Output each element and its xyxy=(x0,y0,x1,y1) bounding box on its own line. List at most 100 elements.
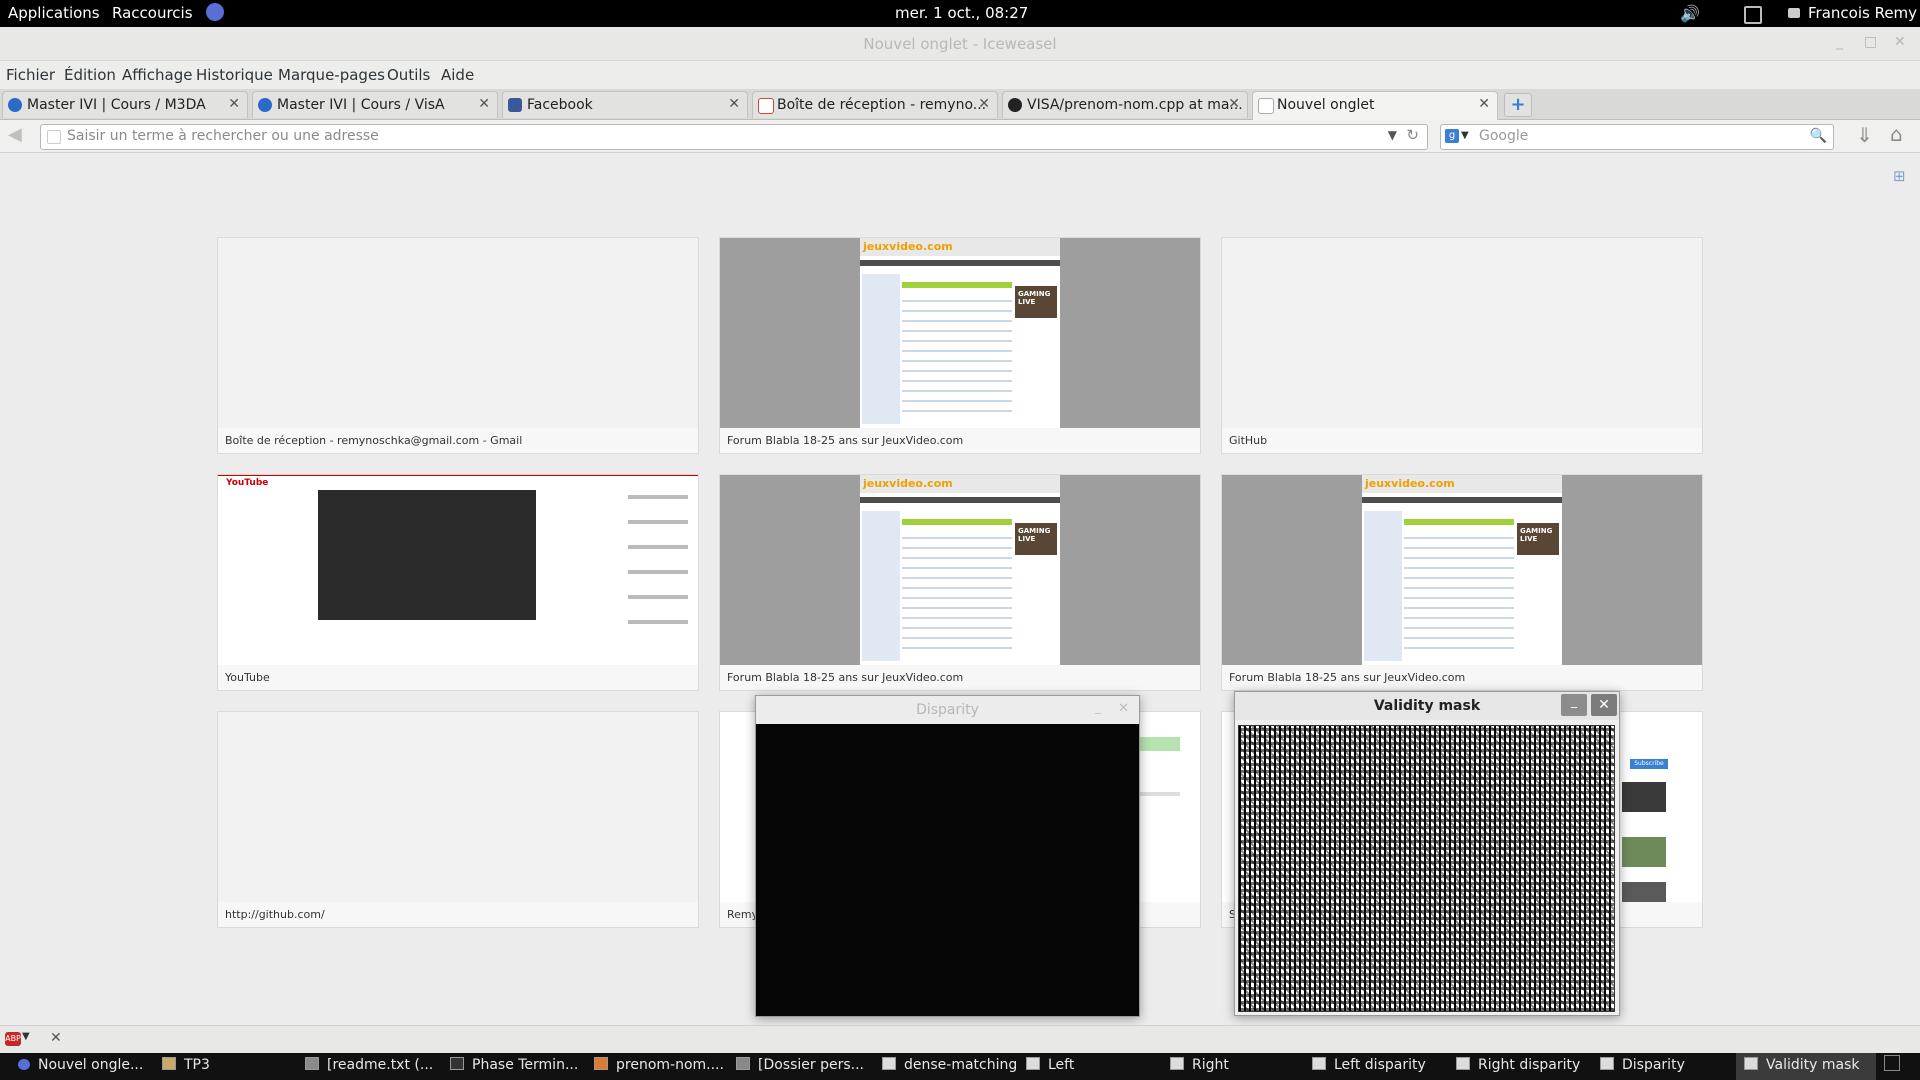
menu-outils[interactable]: Outils xyxy=(387,66,430,84)
window-titlebar[interactable]: Nouvel onglet - Iceweasel _ □ ✕ xyxy=(0,27,1920,61)
new-tab-button[interactable]: + xyxy=(1504,93,1532,117)
close-icon[interactable]: ✕ xyxy=(1591,694,1617,716)
window-icon xyxy=(1744,1057,1758,1070)
validity-mask-window[interactable]: Validity mask _ ✕ xyxy=(1234,691,1620,1016)
tile-caption: YouTube xyxy=(225,671,270,684)
search-icon[interactable]: 🔍 xyxy=(1810,128,1827,144)
search-bar[interactable]: g ▼ Google 🔍 xyxy=(1440,124,1834,150)
menu-historique[interactable]: Historique xyxy=(196,66,273,84)
tile-gmail[interactable]: Boîte de réception - remynoschka@gmail.c… xyxy=(217,237,699,454)
chevron-down-icon[interactable]: ▼ xyxy=(1461,130,1469,141)
close-tab-icon[interactable]: ✕ xyxy=(1228,96,1240,112)
close-icon[interactable]: ✕ xyxy=(1118,701,1129,716)
tile-thumbnail: YouTube xyxy=(218,475,698,665)
tile-thumbnail xyxy=(218,712,698,902)
close-tab-icon[interactable]: ✕ xyxy=(478,96,490,112)
workspace-switcher[interactable] xyxy=(1884,1055,1900,1071)
tab-new-tab[interactable]: Nouvel onglet ✕ xyxy=(1252,91,1498,120)
download-icon[interactable]: ⇓ xyxy=(1856,123,1873,147)
task-tp3[interactable]: TP3 xyxy=(162,1057,210,1073)
tab-master-ivi-visa[interactable]: Master IVI | Cours / VisA ✕ xyxy=(252,91,498,118)
network-icon[interactable] xyxy=(1744,6,1762,24)
iceweasel-icon xyxy=(18,1059,30,1070)
maximize-icon[interactable]: □ xyxy=(1864,34,1877,50)
task-dense-matching[interactable]: dense-matching xyxy=(882,1057,1017,1073)
menu-affichage[interactable]: Affichage xyxy=(122,66,192,84)
site-icon xyxy=(8,98,22,112)
reload-icon[interactable]: ↻ xyxy=(1406,126,1419,144)
folder-icon xyxy=(736,1057,750,1070)
minimize-icon[interactable]: _ xyxy=(1836,34,1843,50)
close-tab-icon[interactable]: ✕ xyxy=(1478,96,1490,112)
close-tab-icon[interactable]: ✕ xyxy=(728,96,740,112)
shortcuts-menu[interactable]: Raccourcis xyxy=(112,4,193,22)
task-prenom-nom[interactable]: prenom-nom.... xyxy=(594,1057,724,1073)
validity-titlebar[interactable]: Validity mask _ ✕ xyxy=(1235,692,1619,720)
tab-facebook[interactable]: Facebook ✕ xyxy=(502,91,748,118)
back-icon[interactable]: ◀ xyxy=(8,124,22,145)
window-icon xyxy=(1312,1057,1326,1070)
chat-icon[interactable] xyxy=(1788,8,1800,18)
home-icon[interactable]: ⌂ xyxy=(1890,122,1903,146)
tile-caption: Forum Blabla 18-25 ans sur JeuxVideo.com xyxy=(1229,671,1466,684)
user-menu[interactable]: Francois Remy xyxy=(1808,4,1917,22)
clock[interactable]: mer. 1 oct., 08:27 xyxy=(895,4,1028,22)
iceweasel-launcher-icon[interactable] xyxy=(206,3,224,21)
close-tab-icon[interactable]: ✕ xyxy=(978,96,990,112)
google-engine-icon[interactable]: g xyxy=(1445,129,1459,143)
close-tab-icon[interactable]: ✕ xyxy=(228,96,240,112)
tile-youtube[interactable]: YouTube YouTube xyxy=(217,474,699,691)
minimize-icon[interactable]: _ xyxy=(1561,694,1587,716)
chevron-down-icon[interactable]: ▼ xyxy=(1388,128,1397,142)
menu-edition[interactable]: Édition xyxy=(64,66,116,84)
task-left-disparity[interactable]: Left disparity xyxy=(1312,1057,1426,1073)
task-nouvel-onglet[interactable]: Nouvel ongle... xyxy=(18,1057,143,1073)
page-identity-icon[interactable] xyxy=(47,130,61,144)
window-icon xyxy=(1026,1057,1040,1070)
applications-menu[interactable]: Applications xyxy=(8,4,100,22)
jv-ad-banner: GAMING LIVE xyxy=(1015,286,1057,318)
tile-caption: Forum Blabla 18-25 ans sur JeuxVideo.com xyxy=(727,434,964,447)
site-icon xyxy=(258,98,272,112)
page-icon xyxy=(1258,98,1274,114)
window-icon xyxy=(1170,1057,1184,1070)
menu-aide[interactable]: Aide xyxy=(441,66,474,84)
tab-label: Master IVI | Cours / M3DA xyxy=(27,97,206,113)
disparity-window[interactable]: Disparity _ ✕ xyxy=(755,695,1140,1017)
task-readme[interactable]: [readme.txt (... xyxy=(305,1057,433,1073)
tab-gmail[interactable]: Boîte de réception - remyno... ✕ xyxy=(752,91,998,118)
task-disparity[interactable]: Disparity xyxy=(1600,1057,1685,1073)
minimize-icon[interactable]: _ xyxy=(1095,700,1101,714)
url-input-placeholder[interactable]: Saisir un terme à rechercher ou une adre… xyxy=(67,128,379,144)
grid-toggle-icon[interactable]: ⊞ xyxy=(1893,167,1906,185)
tile-jeuxvideo[interactable]: jeuxvideo.com GAMING LIVE Forum Blabla 1… xyxy=(719,237,1201,454)
menu-marque-pages[interactable]: Marque-pages xyxy=(278,66,385,84)
url-bar[interactable]: Saisir un terme à rechercher ou une adre… xyxy=(40,124,1428,150)
task-right-disparity[interactable]: Right disparity xyxy=(1456,1057,1580,1073)
disparity-titlebar[interactable]: Disparity _ ✕ xyxy=(756,696,1139,724)
task-right[interactable]: Right xyxy=(1170,1057,1229,1073)
search-input-placeholder[interactable]: Google xyxy=(1479,128,1528,144)
tile-github[interactable]: GitHub xyxy=(1221,237,1703,454)
task-phase-terminal[interactable]: Phase Termin... xyxy=(450,1057,578,1073)
tab-master-ivi-m3da[interactable]: Master IVI | Cours / M3DA ✕ xyxy=(2,91,248,118)
window-title: Nouvel onglet - Iceweasel xyxy=(863,35,1057,53)
volume-icon[interactable]: 🔊 xyxy=(1680,4,1700,23)
task-dossier-perso[interactable]: [Dossier pers... xyxy=(736,1057,864,1073)
menu-fichier[interactable]: Fichier xyxy=(6,66,55,84)
close-icon[interactable]: ✕ xyxy=(50,1030,62,1046)
disparity-title: Disparity xyxy=(916,702,979,718)
tile-thumbnail xyxy=(218,238,698,428)
tile-thumbnail: jeuxvideo.com GAMING LIVE xyxy=(720,475,1200,665)
tab-github[interactable]: VISA/prenom-nom.cpp at ma... ✕ xyxy=(1002,91,1248,118)
tile-jeuxvideo[interactable]: jeuxvideo.com GAMING LIVE Forum Blabla 1… xyxy=(1221,474,1703,691)
adblock-icon[interactable]: ABP xyxy=(5,1032,21,1046)
chevron-down-icon[interactable]: ▼ xyxy=(22,1031,30,1042)
close-icon[interactable]: ✕ xyxy=(1894,34,1906,50)
tile-jeuxvideo[interactable]: jeuxvideo.com GAMING LIVE Forum Blabla 1… xyxy=(719,474,1201,691)
tile-caption: GitHub xyxy=(1229,434,1268,447)
tile-github-url[interactable]: http://github.com/ xyxy=(217,711,699,928)
gmail-icon xyxy=(758,98,774,114)
task-left[interactable]: Left xyxy=(1026,1057,1074,1073)
task-validity-mask[interactable]: Validity mask xyxy=(1736,1053,1876,1080)
